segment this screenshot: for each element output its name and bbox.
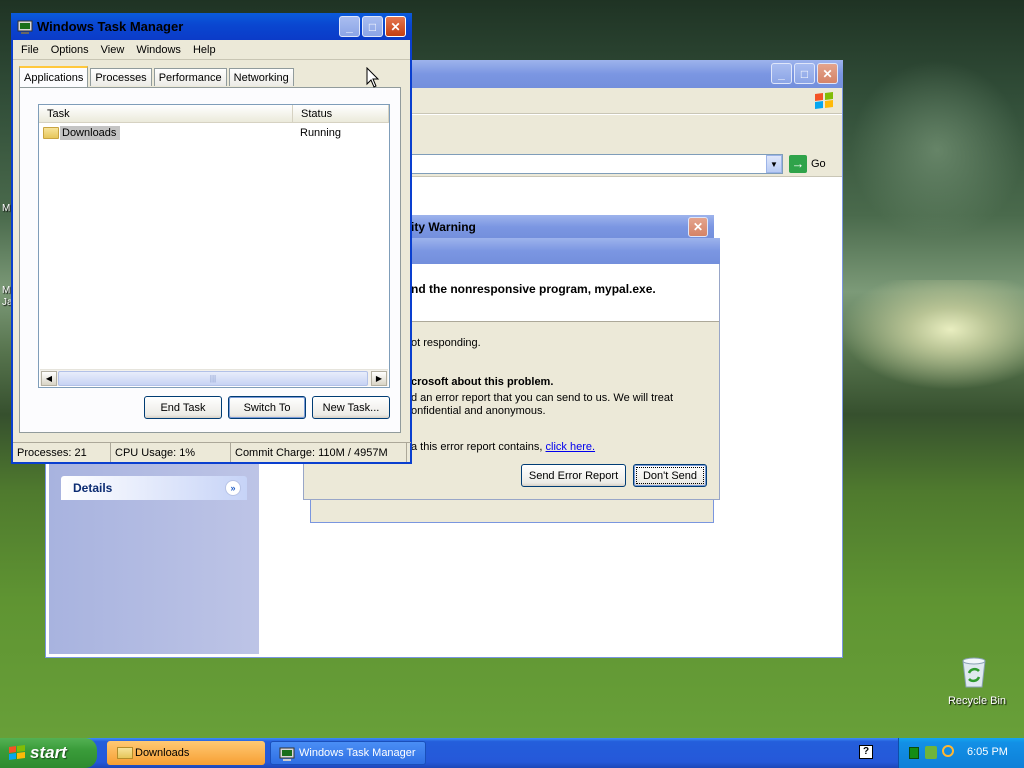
- minimize-icon[interactable]: _: [339, 16, 360, 37]
- recycle-bin[interactable]: Recycle Bin: [944, 655, 1007, 711]
- task-list[interactable]: Task Status Downloads Running ◀ ||| ▶: [38, 104, 390, 388]
- details-title: Details: [73, 481, 113, 495]
- dont-send-button[interactable]: Don't Send: [633, 464, 707, 487]
- recycle-bin-icon: [962, 657, 986, 688]
- status-bar: Processes: 21 CPU Usage: 1% Commit Charg…: [13, 442, 411, 462]
- search-icon[interactable]: [942, 745, 954, 757]
- tab-processes[interactable]: Processes: [90, 68, 152, 86]
- sky-cloud: [850, 60, 1024, 240]
- taskbar-item-label: Windows Task Manager: [299, 747, 416, 759]
- menu-view[interactable]: View: [95, 44, 131, 56]
- task-manager-icon: [279, 747, 295, 761]
- mouse-cursor-icon: [366, 67, 380, 88]
- taskbar-item-label: Downloads: [135, 747, 190, 759]
- report-contents-line: a this error report contains, click here…: [411, 441, 595, 453]
- close-icon[interactable]: ✕: [817, 63, 838, 84]
- go-arrow-icon: →: [789, 155, 807, 173]
- go-button[interactable]: → Go: [789, 155, 826, 173]
- desktop-icon-label-fragment[interactable]: M: [2, 285, 10, 296]
- task-list-header: Task Status: [39, 105, 389, 123]
- close-icon[interactable]: ✕: [385, 16, 406, 37]
- maximize-icon[interactable]: □: [794, 63, 815, 84]
- status-cpu-usage: CPU Usage: 1%: [111, 443, 231, 462]
- report-description-line: d an error report that you can send to u…: [411, 392, 674, 404]
- address-dropdown-icon[interactable]: ▼: [766, 155, 782, 173]
- task-manager-title-bar[interactable]: Windows Task Manager _ □ ✕: [11, 13, 412, 40]
- chevron-down-icon[interactable]: »: [225, 480, 241, 496]
- applications-panel: Task Status Downloads Running ◀ ||| ▶ En…: [19, 87, 401, 433]
- menu-options[interactable]: Options: [45, 44, 95, 56]
- clock[interactable]: 6:05 PM: [967, 746, 1008, 758]
- maximize-icon[interactable]: □: [362, 16, 383, 37]
- column-task[interactable]: Task: [39, 105, 293, 122]
- click-here-link[interactable]: click here.: [546, 441, 596, 453]
- tab-performance[interactable]: Performance: [153, 68, 227, 86]
- task-manager-title: Windows Task Manager: [37, 19, 184, 34]
- taskbar: start Downloads Windows Task Manager ? 6…: [0, 738, 1024, 768]
- menu-windows[interactable]: Windows: [130, 44, 187, 56]
- task-manager-menubar: File Options View Windows Help: [13, 40, 410, 60]
- error-headline: nd the nonresponsive program, mypal.exe.: [411, 282, 656, 296]
- report-contents-text: a this error report contains,: [411, 441, 543, 453]
- task-manager-tabs: Applications Processes Performance Netwo…: [19, 66, 296, 87]
- task-name: Downloads: [60, 126, 120, 140]
- folder-icon: [43, 127, 59, 139]
- send-error-report-button[interactable]: Send Error Report: [521, 464, 626, 487]
- desktop-icon-label-fragment[interactable]: M: [2, 203, 10, 214]
- system-tray: 6:05 PM: [898, 738, 1024, 768]
- not-responding-text: ot responding.: [411, 337, 481, 349]
- start-label: start: [30, 743, 67, 762]
- tab-applications[interactable]: Applications: [19, 66, 89, 87]
- scrollbar-thumb[interactable]: |||: [58, 371, 368, 386]
- tell-microsoft-heading: crosoft about this problem.: [411, 376, 554, 388]
- switch-to-button[interactable]: Switch To: [228, 396, 306, 419]
- task-manager-tray-icon[interactable]: [909, 747, 919, 759]
- tab-networking[interactable]: Networking: [228, 68, 294, 86]
- scroll-left-icon[interactable]: ◀: [41, 371, 57, 386]
- table-row[interactable]: Downloads Running: [43, 125, 387, 141]
- network-icon[interactable]: [925, 746, 937, 759]
- folder-icon: [117, 747, 133, 759]
- recycle-bin-label: Recycle Bin: [947, 695, 1007, 707]
- taskbar-item-downloads[interactable]: Downloads: [107, 741, 265, 765]
- status-commit-charge: Commit Charge: 110M / 4957M: [231, 443, 407, 462]
- close-icon[interactable]: ✕: [688, 217, 708, 237]
- windows-flag-icon: [815, 92, 833, 109]
- menu-file[interactable]: File: [15, 44, 45, 56]
- help-icon[interactable]: ?: [859, 745, 873, 759]
- start-button[interactable]: start: [0, 738, 97, 768]
- windows-logo-icon: [9, 745, 25, 760]
- task-manager-icon: [17, 20, 33, 34]
- sunlit-cloud: [840, 280, 1024, 390]
- horizontal-scrollbar[interactable]: ◀ ||| ▶: [40, 369, 388, 386]
- report-description-line: onfidential and anonymous.: [411, 405, 546, 417]
- details-panel-header[interactable]: Details »: [61, 476, 247, 500]
- scroll-right-icon[interactable]: ▶: [371, 371, 387, 386]
- task-status: Running: [300, 127, 341, 139]
- go-label: Go: [811, 158, 826, 170]
- new-task-button[interactable]: New Task...: [312, 396, 390, 419]
- taskbar-item-task-manager[interactable]: Windows Task Manager: [270, 741, 426, 765]
- minimize-icon[interactable]: _: [771, 63, 792, 84]
- menu-help[interactable]: Help: [187, 44, 222, 56]
- column-status[interactable]: Status: [293, 105, 389, 122]
- end-task-button[interactable]: End Task: [144, 396, 222, 419]
- status-processes: Processes: 21: [13, 443, 111, 462]
- task-manager-window[interactable]: Windows Task Manager _ □ ✕ File Options …: [11, 13, 412, 464]
